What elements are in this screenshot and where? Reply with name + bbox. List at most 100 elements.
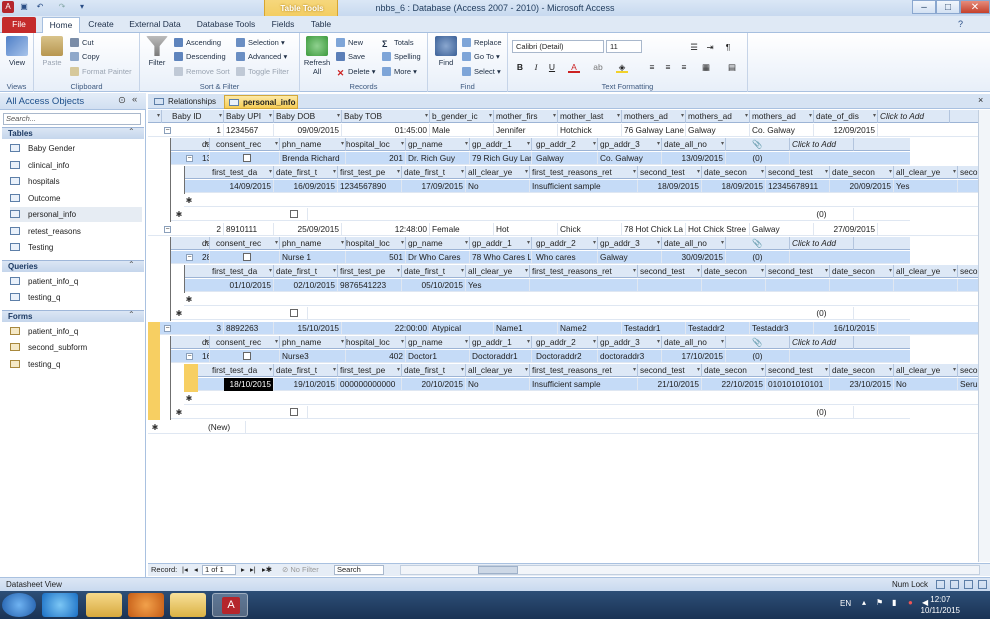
column-header[interactable]: first_test_reasons_ret bbox=[530, 166, 638, 179]
checkbox[interactable] bbox=[290, 309, 298, 317]
sub-table-row[interactable]: 28/09/2015 Nurse 1501Dr Who Cares78 Who C… bbox=[170, 251, 910, 264]
column-header[interactable]: first_test_da bbox=[210, 166, 274, 179]
highlight-icon[interactable]: ab bbox=[592, 61, 604, 73]
table-cell[interactable]: Galway bbox=[750, 223, 814, 236]
table-cell[interactable]: 20/10/2015 bbox=[402, 378, 466, 391]
main-new-row[interactable]: ✱ (New) bbox=[148, 421, 990, 434]
column-header[interactable]: gp_addr_3 bbox=[598, 237, 662, 250]
sub-table-row[interactable]: 13/09/2015 Brenda Richard201Dr. Rich Guy7… bbox=[170, 152, 910, 165]
column-header[interactable]: Baby UPI bbox=[224, 110, 274, 123]
table-cell[interactable]: 22/10/2015 bbox=[702, 378, 766, 391]
table-cell[interactable]: 01/10/2015 bbox=[210, 279, 274, 292]
table-cell[interactable]: Dr. Rich Guy bbox=[406, 152, 470, 165]
tab-home[interactable]: Home bbox=[42, 17, 80, 33]
column-header[interactable]: date_secon bbox=[702, 265, 766, 278]
view-button[interactable]: View bbox=[4, 36, 30, 67]
advanced-button[interactable]: Advanced ▾ bbox=[236, 52, 287, 61]
toggle-filter-button[interactable]: Toggle Filter bbox=[236, 67, 289, 76]
goto-button[interactable]: Go To ▾ bbox=[462, 52, 500, 61]
table-cell[interactable] bbox=[894, 279, 958, 292]
table-row[interactable]: 1 1234567 09/09/2015 01:45:00 Male Jennifer Ho… bbox=[148, 124, 990, 137]
sub2-new-row[interactable]: ✱ bbox=[184, 194, 990, 207]
table-cell[interactable]: 12345678911 bbox=[766, 180, 830, 193]
new-record-selector[interactable]: ✱ bbox=[174, 406, 184, 419]
column-header[interactable]: second_test bbox=[638, 364, 702, 377]
design-view-icon[interactable] bbox=[978, 580, 987, 589]
column-header[interactable]: gp_addr_3 bbox=[598, 138, 662, 151]
sub2-table-row[interactable]: 14/09/2015 16/09/2015 1234567890 17/09/2015… bbox=[184, 180, 990, 193]
column-header[interactable]: all_clear_ye bbox=[894, 166, 958, 179]
table-cell[interactable]: 17/09/2015 bbox=[402, 180, 466, 193]
table-cell[interactable]: Name1 bbox=[494, 322, 558, 335]
table-cell[interactable]: 000000000000 bbox=[338, 378, 402, 391]
table-cell[interactable]: 17/10/2015 bbox=[662, 350, 726, 363]
column-header[interactable]: date_first_t bbox=[402, 166, 466, 179]
table-cell[interactable]: Yes bbox=[894, 180, 958, 193]
select-all-corner[interactable] bbox=[148, 110, 162, 123]
column-header[interactable]: date_all_no bbox=[662, 138, 726, 151]
column-header[interactable]: gp_addr_2 bbox=[534, 138, 598, 151]
record-position-input[interactable]: 1 of 1 bbox=[202, 565, 236, 575]
column-header[interactable]: gp_addr_1 bbox=[470, 237, 532, 250]
column-header[interactable]: consent_rec bbox=[214, 237, 280, 250]
pivot-chart-icon[interactable] bbox=[964, 580, 973, 589]
column-header[interactable]: gp_addr_1 bbox=[470, 336, 532, 349]
table-cell[interactable]: Co. Galway bbox=[750, 124, 814, 137]
column-header[interactable]: Baby TOB bbox=[342, 110, 430, 123]
column-header[interactable]: hospital_loc bbox=[344, 237, 406, 250]
nav-item-baby-gender[interactable]: Baby Gender bbox=[10, 141, 142, 156]
media-player-icon[interactable] bbox=[128, 593, 164, 617]
attachment-cell[interactable]: (0) bbox=[790, 406, 854, 419]
nav-menu-icon[interactable]: ⊙ bbox=[118, 95, 126, 106]
new-record-selector[interactable]: ✱ bbox=[150, 421, 160, 434]
column-header[interactable]: b_gender_ic bbox=[430, 110, 494, 123]
column-header[interactable]: all_clear_ye bbox=[894, 265, 958, 278]
tab-database-tools[interactable]: Database Tools bbox=[192, 17, 260, 33]
save-record-button[interactable]: Save bbox=[336, 52, 365, 61]
table-cell[interactable]: Nurse3 bbox=[280, 350, 346, 363]
column-header[interactable]: date_tranf_ bbox=[200, 336, 210, 349]
table-cell[interactable]: Name2 bbox=[558, 322, 622, 335]
table-cell[interactable] bbox=[638, 279, 702, 292]
nav-search-input[interactable]: Search... bbox=[3, 113, 141, 125]
column-header[interactable]: gp_addr_2 bbox=[534, 336, 598, 349]
column-header[interactable]: phn_name bbox=[280, 138, 346, 151]
table-cell[interactable]: 2 bbox=[170, 223, 224, 236]
table-cell[interactable] bbox=[830, 279, 894, 292]
column-header[interactable]: Baby DOB bbox=[274, 110, 342, 123]
tab-table[interactable]: Table bbox=[304, 17, 338, 33]
table-cell[interactable] bbox=[702, 279, 766, 292]
column-header[interactable]: phn_name bbox=[280, 237, 346, 250]
consent-checkbox[interactable] bbox=[288, 208, 308, 221]
table-cell[interactable]: 18/09/2015 bbox=[638, 180, 702, 193]
table-cell[interactable]: Doctor1 bbox=[406, 350, 470, 363]
font-size-select[interactable]: 11 bbox=[606, 40, 642, 53]
column-header[interactable]: date_secon bbox=[830, 265, 894, 278]
collapse-subdatasheet-icon[interactable]: − bbox=[164, 127, 171, 134]
table-cell[interactable]: 18/09/2015 bbox=[702, 180, 766, 193]
table-cell[interactable]: 28/09/2015 bbox=[200, 251, 210, 264]
column-header[interactable]: all_clear_ye bbox=[894, 364, 958, 377]
nav-item-retest-reasons[interactable]: retest_reasons bbox=[10, 224, 142, 239]
table-cell[interactable]: 78 Who Cares L bbox=[470, 251, 532, 264]
column-header[interactable]: date_secon bbox=[702, 166, 766, 179]
spelling-button[interactable]: Spelling bbox=[382, 52, 421, 61]
record-search-input[interactable]: Search bbox=[334, 565, 384, 575]
font-color-icon[interactable]: A bbox=[568, 61, 580, 73]
table-cell[interactable]: 25/09/2015 bbox=[274, 223, 342, 236]
table-cell[interactable]: Nurse 1 bbox=[280, 251, 346, 264]
table-cell[interactable]: Testaddr1 bbox=[622, 322, 686, 335]
column-header[interactable]: first_test_da bbox=[210, 265, 274, 278]
attachment-cell[interactable]: (0) bbox=[726, 251, 790, 264]
column-header[interactable]: first_test_da bbox=[210, 364, 274, 377]
table-cell[interactable]: 05/10/2015 bbox=[402, 279, 466, 292]
column-header[interactable]: Baby ID bbox=[170, 110, 224, 123]
table-cell[interactable]: 09/09/2015 bbox=[274, 124, 342, 137]
filter-button[interactable]: Filter bbox=[144, 36, 170, 67]
table-cell[interactable]: 13/09/2015 bbox=[662, 152, 726, 165]
table-cell[interactable]: Jennifer bbox=[494, 124, 558, 137]
replace-button[interactable]: Replace bbox=[462, 38, 502, 47]
table-row[interactable]: 2 8910111 25/09/2015 12:48:00 Female Hot Chick… bbox=[148, 223, 990, 236]
table-cell[interactable]: Insufficient sample bbox=[530, 180, 638, 193]
paragraph-icon[interactable]: ¶ bbox=[722, 41, 734, 53]
